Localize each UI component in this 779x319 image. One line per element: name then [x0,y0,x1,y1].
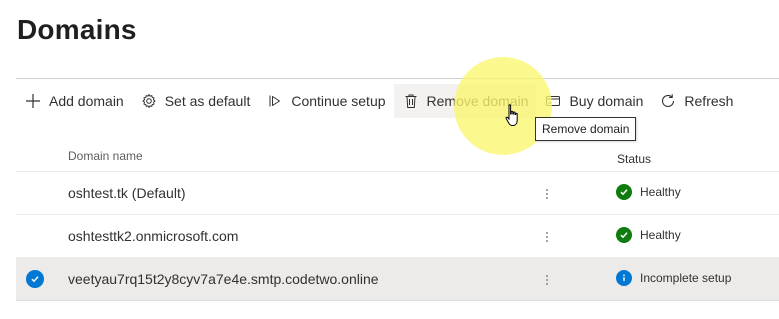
remove-domain-label: Remove domain [426,93,529,109]
info-circle-icon [616,270,632,286]
status-cell: Healthy [616,184,681,200]
domain-name[interactable]: veetyau7rq15t2y8cyv7a7e4e.smtp.codetwo.o… [68,271,379,287]
refresh-button[interactable]: Refresh [651,84,741,118]
divider [16,78,779,79]
table-header: Domain name Status [16,140,779,172]
table-row[interactable]: veetyau7rq15t2y8cyv7a7e4e.smtp.codetwo.o… [16,258,779,301]
set-default-button[interactable]: Set as default [132,84,259,118]
command-bar: Add domain Set as default Continue setup… [16,84,741,118]
domains-table: Domain name Status oshtest.tk (Default) … [16,140,779,301]
status-text: Healthy [640,185,681,199]
column-header-domain-name[interactable]: Domain name [68,149,143,163]
refresh-icon [659,92,677,110]
add-domain-button[interactable]: Add domain [16,84,132,118]
play-outline-icon [266,92,284,110]
status-text: Incomplete setup [640,271,732,285]
domain-name[interactable]: oshtesttk2.onmicrosoft.com [68,228,238,244]
gear-icon [140,92,158,110]
status-cell: Healthy [616,227,681,243]
more-vertical-icon[interactable] [541,228,553,246]
table-row[interactable]: oshtest.tk (Default) Healthy [16,172,779,215]
refresh-label: Refresh [684,93,734,109]
buy-domain-button[interactable]: Buy domain [536,84,651,118]
checkmark-circle-icon [616,227,632,243]
status-cell: Incomplete setup [616,270,731,286]
add-domain-label: Add domain [49,93,124,109]
card-icon [544,92,562,110]
domain-name[interactable]: oshtest.tk (Default) [68,185,186,201]
set-default-label: Set as default [164,93,251,109]
buy-domain-label: Buy domain [569,93,644,109]
continue-setup-label: Continue setup [291,93,386,109]
add-icon [24,92,42,110]
trash-icon [402,92,420,110]
more-vertical-icon[interactable] [541,185,553,203]
status-text: Healthy [640,228,681,242]
tooltip: Remove domain [535,117,637,141]
column-header-status[interactable]: Status [617,152,651,166]
continue-setup-button[interactable]: Continue setup [258,84,393,118]
page-title: Domains [17,14,137,45]
more-vertical-icon[interactable] [541,271,553,289]
table-row[interactable]: oshtesttk2.onmicrosoft.com Healthy [16,215,779,258]
remove-domain-button[interactable]: Remove domain [393,84,537,118]
checkmark-circle-icon [616,184,632,200]
row-selected-check-icon[interactable] [26,270,44,288]
